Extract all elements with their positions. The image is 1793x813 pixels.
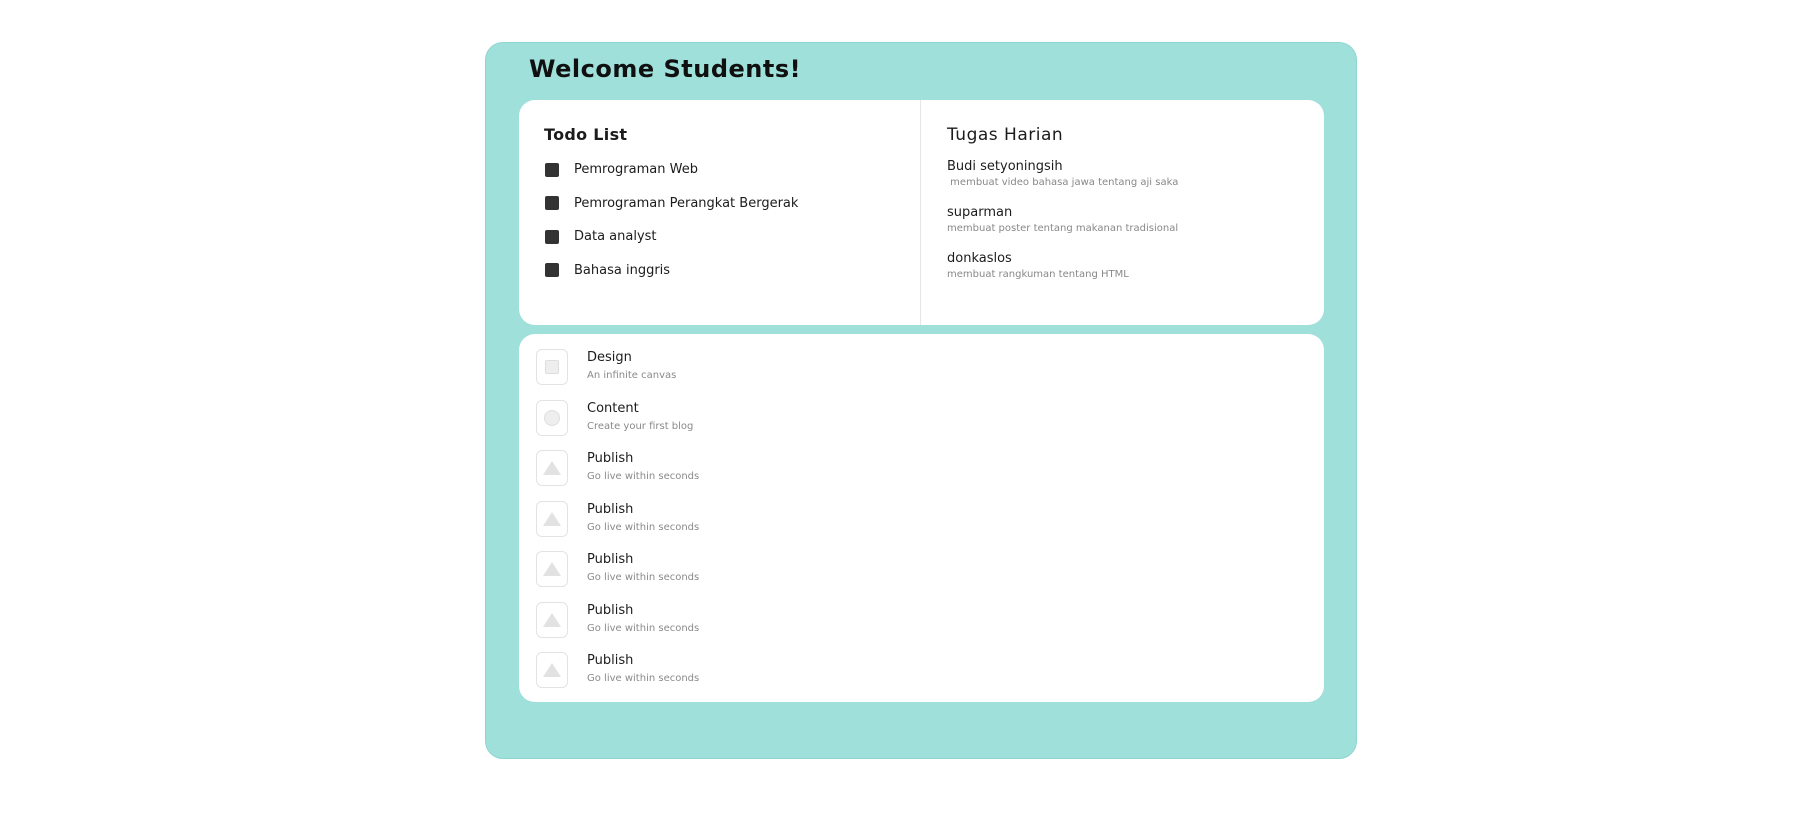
triangle-icon (543, 461, 561, 475)
triangle-icon (543, 511, 561, 526)
feature-item-publish[interactable]: Publish Go live within seconds (519, 652, 1324, 703)
feature-item-publish[interactable]: Publish Go live within seconds (519, 450, 1324, 501)
checkbox-icon[interactable] (545, 229, 559, 244)
triangle-icon (543, 562, 561, 576)
tugas-description: membuat rangkuman tentang HTML (947, 269, 1129, 280)
tugas-description: membuat poster tentang makanan tradision… (947, 223, 1179, 234)
checkbox-icon[interactable] (545, 263, 559, 278)
feature-title: Content (587, 400, 639, 416)
todo-list-title: Todo List (544, 125, 628, 144)
feature-title: Publish (587, 653, 634, 668)
tugas-harian-title: Tugas Harian (947, 125, 1064, 145)
feature-item-content[interactable]: Content Create your first blog (519, 399, 1324, 451)
todo-item-label: Bahasa inggris (574, 262, 671, 278)
tugas-harian-panel: Tugas Harian Budi setyoningsih membuat v… (921, 100, 1324, 325)
tugas-item: Budi setyoningsih membuat video bahasa j… (947, 159, 1324, 190)
feature-icon-box (536, 399, 568, 436)
checkbox-icon[interactable] (545, 162, 559, 177)
feature-description: Go live within seconds (587, 471, 700, 482)
triangle-icon (543, 663, 561, 677)
square-icon (545, 360, 559, 374)
todo-item-label: Pemrograman Web (574, 162, 698, 178)
feature-icon-box (536, 551, 568, 587)
tugas-student-name: donkaslos (947, 251, 1012, 266)
feature-description: Go live within seconds (587, 673, 700, 684)
todo-item[interactable]: Pemrograman Web (544, 153, 920, 187)
feature-icon-box (536, 652, 568, 688)
todo-item[interactable]: Bahasa inggris (544, 254, 920, 288)
main-frame: Welcome Students! Todo List Pemrograman … (485, 42, 1357, 759)
feature-icon-box (536, 349, 568, 385)
tugas-item: donkaslos membuat rangkuman tentang HTML (947, 251, 1324, 282)
feature-title: Publish (587, 602, 634, 618)
todo-list-panel: Todo List Pemrograman Web Pemrograman Pe… (519, 100, 921, 325)
feature-list-card: Design An infinite canvas Content Create… (519, 334, 1324, 702)
feature-item-publish[interactable]: Publish Go live within seconds (519, 500, 1324, 552)
todo-item[interactable]: Pemrograman Perangkat Bergerak (544, 187, 920, 221)
feature-description: Go live within seconds (587, 572, 700, 583)
todo-item-label: Pemrograman Perangkat Bergerak (574, 195, 799, 211)
tugas-student-name: Budi setyoningsih (947, 159, 1063, 174)
feature-description: Create your first blog (587, 420, 694, 432)
feature-title: Design (587, 350, 632, 365)
tugas-description: membuat video bahasa jawa tentang aji sa… (947, 177, 1179, 188)
feature-icon-box (536, 601, 568, 638)
feature-title: Publish (587, 451, 634, 466)
feature-item-design[interactable]: Design An infinite canvas (519, 349, 1324, 400)
feature-description: Go live within seconds (587, 521, 700, 533)
feature-icon-box (536, 500, 568, 537)
triangle-icon (543, 612, 561, 627)
feature-description: Go live within seconds (587, 622, 700, 634)
feature-description: An infinite canvas (587, 370, 677, 381)
checkbox-icon[interactable] (545, 196, 559, 211)
feature-item-publish[interactable]: Publish Go live within seconds (519, 601, 1324, 653)
feature-icon-box (536, 450, 568, 486)
feature-title: Publish (587, 501, 634, 517)
tugas-student-name: suparman (947, 205, 1013, 220)
feature-title: Publish (587, 552, 634, 567)
circle-icon (544, 409, 560, 426)
tugas-item: suparman membuat poster tentang makanan … (947, 205, 1324, 236)
feature-item-publish[interactable]: Publish Go live within seconds (519, 551, 1324, 602)
todo-item-label: Data analyst (574, 229, 657, 245)
page-title: Welcome Students! (529, 55, 802, 83)
todo-item[interactable]: Data analyst (544, 220, 920, 254)
top-card: Todo List Pemrograman Web Pemrograman Pe… (519, 100, 1324, 325)
